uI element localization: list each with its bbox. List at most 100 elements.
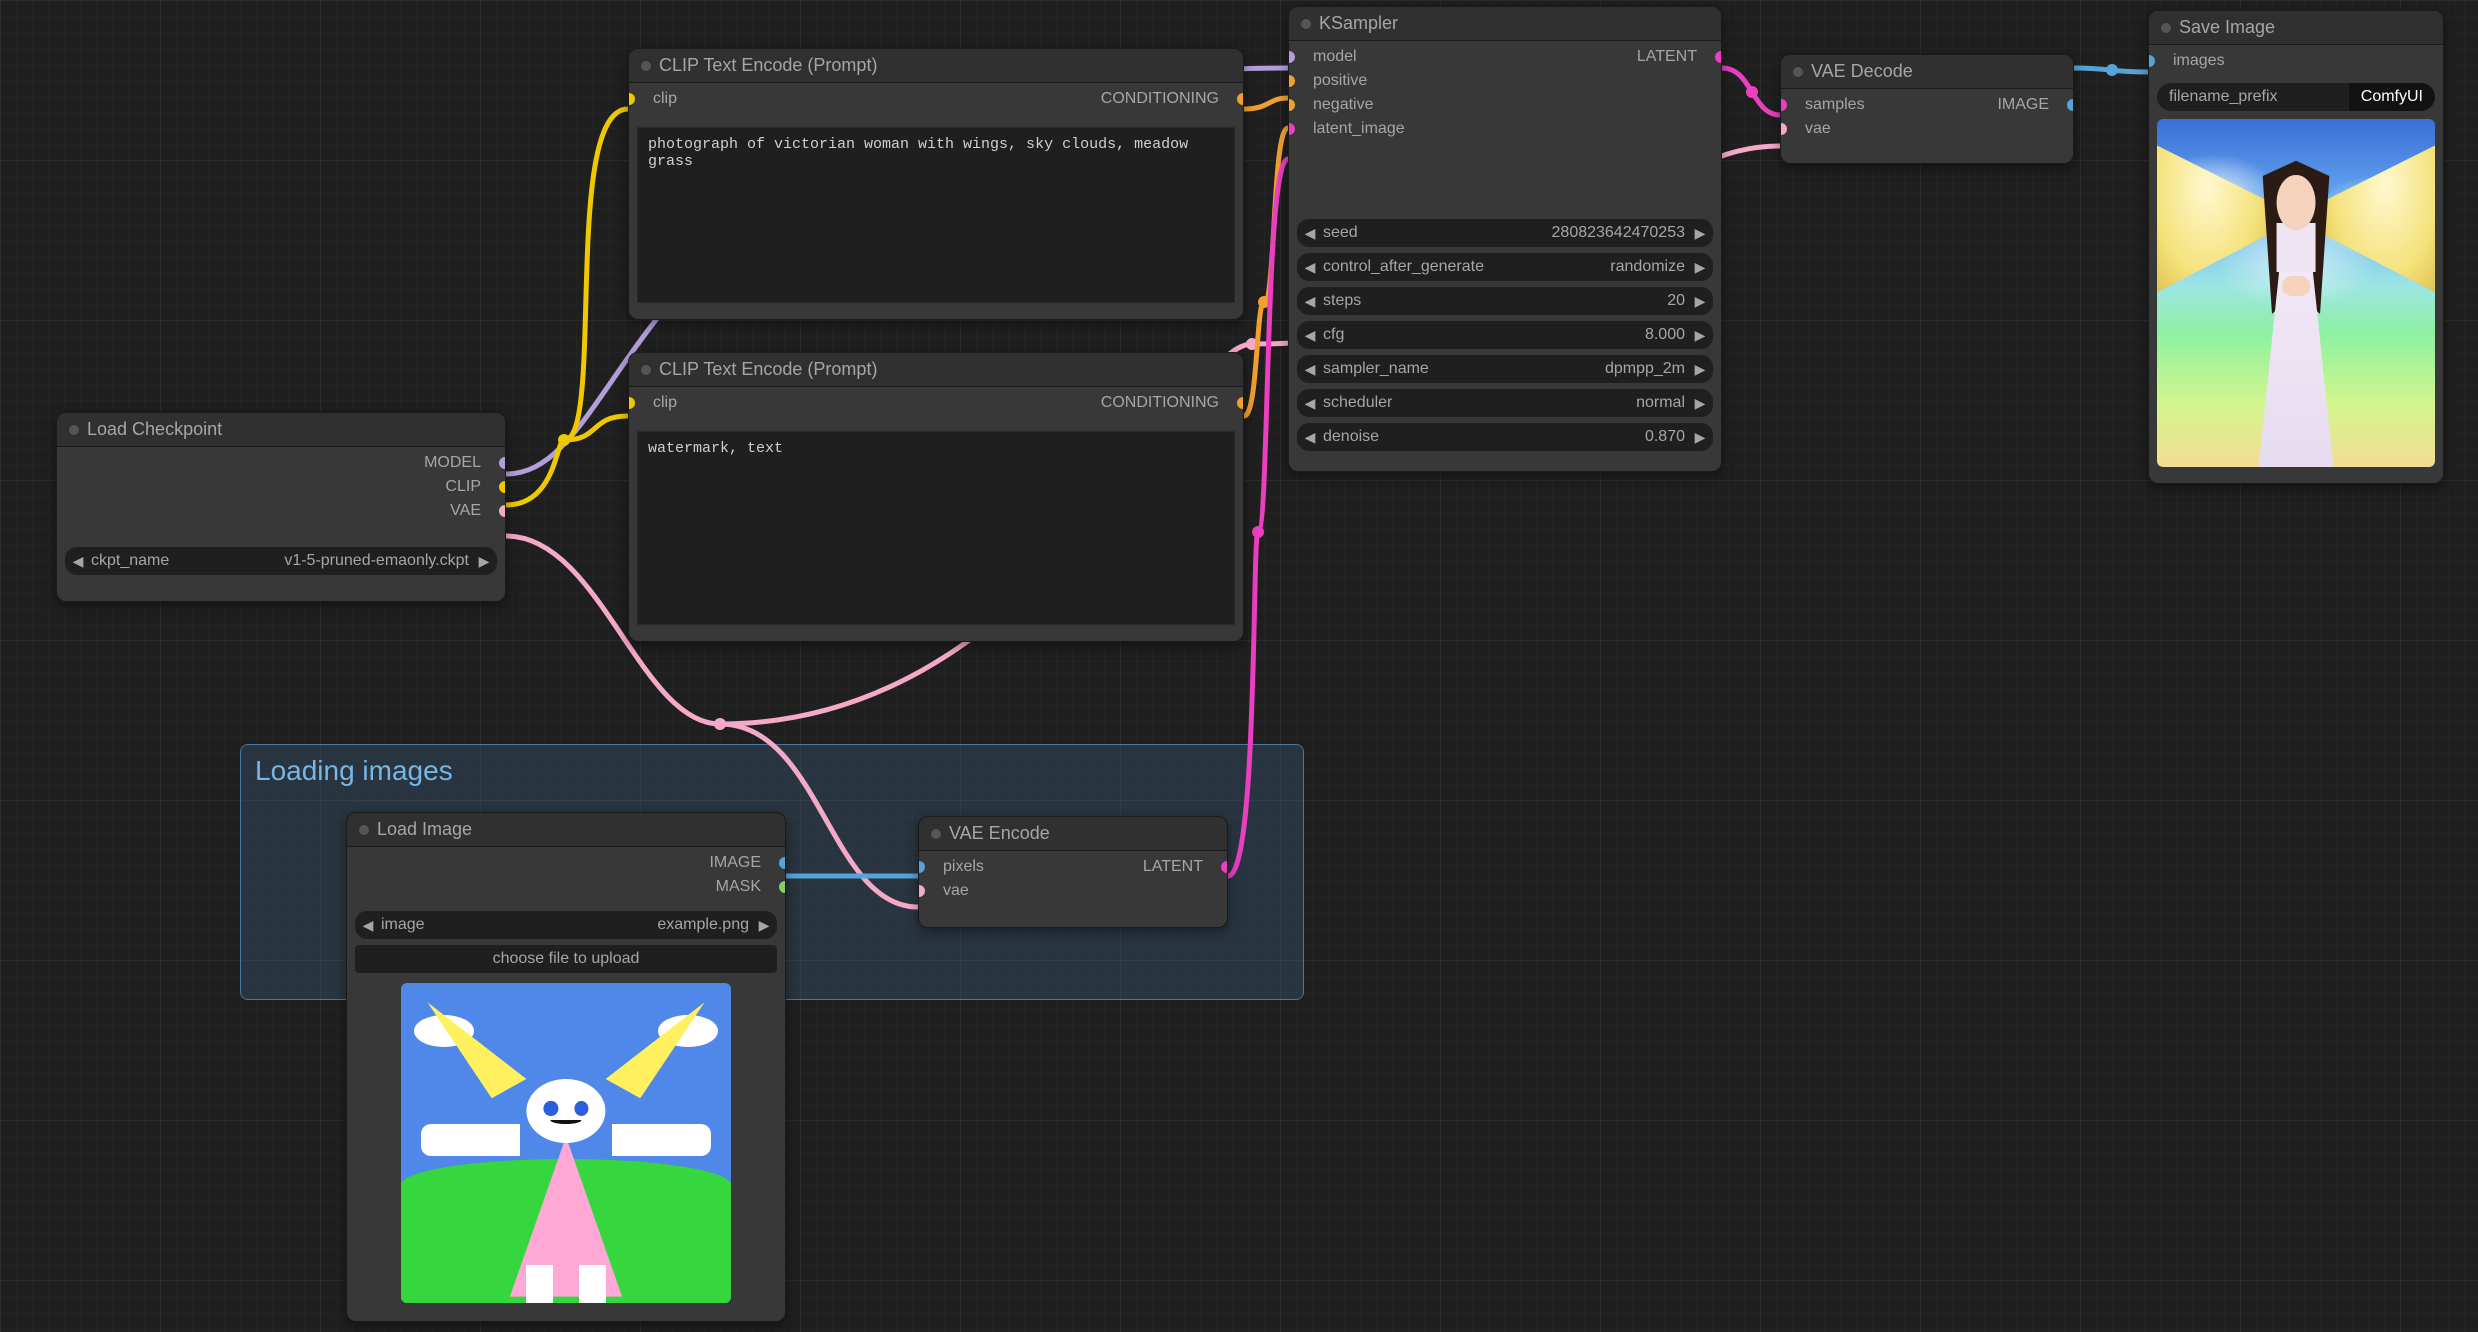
arrow-left-icon[interactable]: ◀	[1301, 259, 1319, 276]
arrow-left-icon[interactable]: ◀	[1301, 395, 1319, 412]
node-collapse-dot[interactable]	[359, 825, 369, 835]
output-image[interactable]: IMAGE	[699, 851, 785, 875]
arrow-right-icon[interactable]: ▶	[1691, 293, 1709, 310]
node-header[interactable]: Load Checkpoint	[57, 413, 505, 447]
arrow-right-icon[interactable]: ▶	[1691, 259, 1709, 276]
arrow-left-icon[interactable]: ◀	[359, 917, 377, 934]
arrow-left-icon[interactable]: ◀	[1301, 361, 1319, 378]
node-header[interactable]: Load Image	[347, 813, 785, 847]
node-header[interactable]: KSampler	[1289, 7, 1721, 41]
socket[interactable]	[2067, 99, 2074, 111]
param-cfg[interactable]: ◀cfg8.000▶	[1297, 321, 1713, 349]
input-pixels[interactable]: pixels	[919, 855, 994, 879]
arrow-right-icon[interactable]: ▶	[1691, 225, 1709, 242]
param-steps[interactable]: ◀steps20▶	[1297, 287, 1713, 315]
arrow-left-icon[interactable]: ◀	[1301, 293, 1319, 310]
param-image[interactable]: ◀imageexample.png▶	[355, 911, 777, 939]
socket[interactable]	[1780, 123, 1787, 135]
node-ksampler[interactable]: KSampler model positive negative latent_…	[1288, 6, 1722, 472]
input-positive[interactable]: positive	[1289, 69, 1415, 93]
node-collapse-dot[interactable]	[69, 425, 79, 435]
output-mask[interactable]: MASK	[706, 875, 785, 899]
socket[interactable]	[628, 397, 635, 409]
arrow-left-icon[interactable]: ◀	[69, 553, 87, 570]
node-load-checkpoint[interactable]: Load Checkpoint MODEL CLIP VAE ◀ ckpt_na…	[56, 412, 506, 602]
param-denoise[interactable]: ◀denoise0.870▶	[1297, 423, 1713, 451]
node-clip-text-encode-negative[interactable]: CLIP Text Encode (Prompt) clip CONDITION…	[628, 352, 1244, 642]
input-image-preview[interactable]	[401, 983, 731, 1303]
arrow-right-icon[interactable]: ▶	[755, 917, 773, 934]
node-save-image[interactable]: Save Image images filename_prefix ComfyU…	[2148, 10, 2444, 484]
node-header[interactable]: VAE Encode	[919, 817, 1227, 851]
arrow-right-icon[interactable]: ▶	[1691, 361, 1709, 378]
socket[interactable]	[499, 481, 506, 493]
prompt-textarea[interactable]: watermark, text	[637, 431, 1235, 625]
input-clip[interactable]: clip	[629, 391, 687, 415]
socket[interactable]	[2148, 55, 2155, 67]
param-control-after-generate[interactable]: ◀control_after_generaterandomize▶	[1297, 253, 1713, 281]
node-header[interactable]: CLIP Text Encode (Prompt)	[629, 353, 1243, 387]
socket[interactable]	[1288, 75, 1295, 87]
input-vae[interactable]: vae	[1781, 117, 1875, 141]
choose-file-button[interactable]: choose file to upload	[355, 945, 777, 973]
socket[interactable]	[1237, 397, 1244, 409]
node-collapse-dot[interactable]	[2161, 23, 2171, 33]
output-latent[interactable]: LATENT	[1627, 45, 1721, 69]
input-clip[interactable]: clip	[629, 87, 687, 111]
socket[interactable]	[918, 861, 925, 873]
node-title: CLIP Text Encode (Prompt)	[659, 359, 877, 379]
node-collapse-dot[interactable]	[641, 365, 651, 375]
input-model[interactable]: model	[1289, 45, 1415, 69]
socket[interactable]	[779, 857, 786, 869]
output-conditioning[interactable]: CONDITIONING	[1091, 87, 1243, 111]
output-conditioning[interactable]: CONDITIONING	[1091, 391, 1243, 415]
arrow-left-icon[interactable]: ◀	[1301, 429, 1319, 446]
input-samples[interactable]: samples	[1781, 93, 1875, 117]
socket[interactable]	[1715, 51, 1722, 63]
param-scheduler[interactable]: ◀schedulernormal▶	[1297, 389, 1713, 417]
node-header[interactable]: Save Image	[2149, 11, 2443, 45]
node-load-image[interactable]: Load Image IMAGE MASK ◀imageexample.png▶…	[346, 812, 786, 1322]
output-image[interactable]: IMAGE	[1987, 93, 2073, 117]
arrow-right-icon[interactable]: ▶	[475, 553, 493, 570]
socket[interactable]	[918, 885, 925, 897]
input-latent-image[interactable]: latent_image	[1289, 117, 1415, 141]
output-latent[interactable]: LATENT	[1133, 855, 1227, 879]
node-collapse-dot[interactable]	[1793, 67, 1803, 77]
node-clip-text-encode-positive[interactable]: CLIP Text Encode (Prompt) clip CONDITION…	[628, 48, 1244, 320]
socket[interactable]	[499, 457, 506, 469]
output-image-preview[interactable]	[2157, 119, 2435, 467]
arrow-right-icon[interactable]: ▶	[1691, 429, 1709, 446]
arrow-right-icon[interactable]: ▶	[1691, 327, 1709, 344]
input-negative[interactable]: negative	[1289, 93, 1415, 117]
node-collapse-dot[interactable]	[1301, 19, 1311, 29]
socket[interactable]	[1288, 51, 1295, 63]
socket[interactable]	[1288, 123, 1295, 135]
socket[interactable]	[499, 505, 506, 517]
prompt-textarea[interactable]: photograph of victorian woman with wings…	[637, 127, 1235, 303]
socket[interactable]	[1237, 93, 1244, 105]
param-sampler-name[interactable]: ◀sampler_namedpmpp_2m▶	[1297, 355, 1713, 383]
output-clip[interactable]: CLIP	[435, 475, 505, 499]
node-vae-decode[interactable]: VAE Decode samples vae IMAGE	[1780, 54, 2074, 164]
node-collapse-dot[interactable]	[641, 61, 651, 71]
input-vae[interactable]: vae	[919, 879, 994, 903]
input-images[interactable]: images	[2149, 49, 2235, 73]
param-seed[interactable]: ◀seed280823642470253▶	[1297, 219, 1713, 247]
output-vae[interactable]: VAE	[440, 499, 505, 523]
socket[interactable]	[1780, 99, 1787, 111]
node-header[interactable]: VAE Decode	[1781, 55, 2073, 89]
node-vae-encode[interactable]: VAE Encode pixels vae LATENT	[918, 816, 1228, 928]
arrow-left-icon[interactable]: ◀	[1301, 225, 1319, 242]
node-collapse-dot[interactable]	[931, 829, 941, 839]
arrow-right-icon[interactable]: ▶	[1691, 395, 1709, 412]
socket[interactable]	[628, 93, 635, 105]
param-filename-prefix[interactable]: filename_prefix ComfyUI	[2157, 83, 2435, 111]
output-model[interactable]: MODEL	[414, 451, 505, 475]
node-header[interactable]: CLIP Text Encode (Prompt)	[629, 49, 1243, 83]
socket[interactable]	[1221, 861, 1228, 873]
socket[interactable]	[779, 881, 786, 893]
arrow-left-icon[interactable]: ◀	[1301, 327, 1319, 344]
socket[interactable]	[1288, 99, 1295, 111]
param-ckpt-name[interactable]: ◀ ckpt_name v1-5-pruned-emaonly.ckpt ▶	[65, 547, 497, 575]
